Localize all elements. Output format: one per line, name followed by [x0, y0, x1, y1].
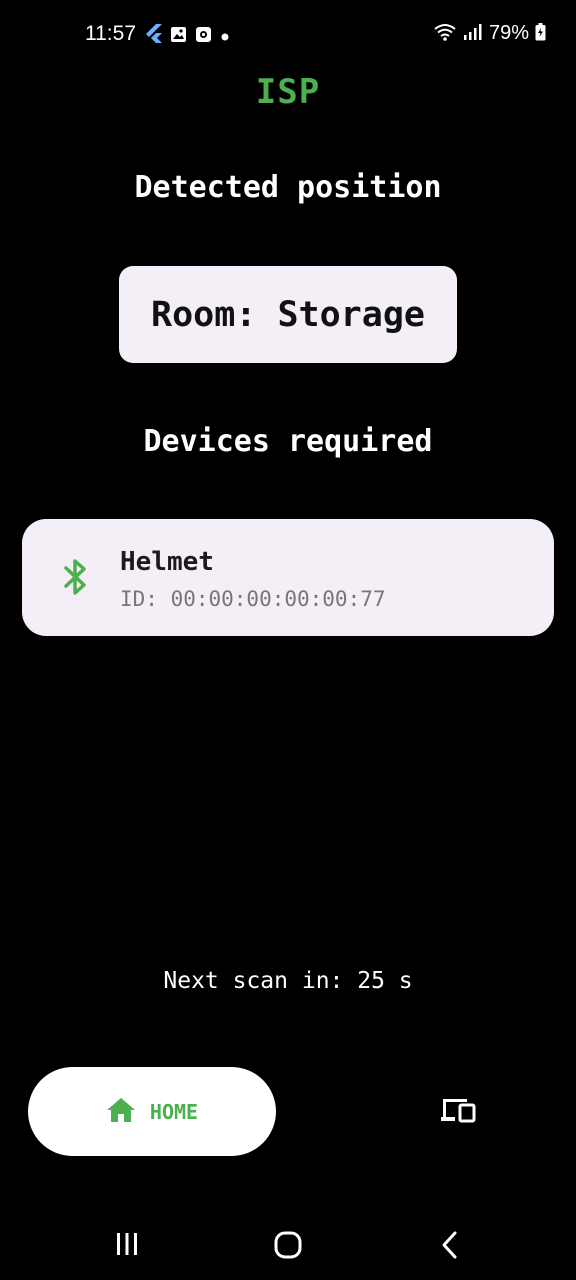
- devices-heading: Devices required: [143, 424, 433, 459]
- screenshot-icon: [195, 26, 212, 47]
- system-navigation: [0, 1210, 576, 1280]
- signal-icon: [463, 23, 483, 45]
- dot-icon: [220, 27, 230, 46]
- next-scan-text: Next scan in: 25 s: [163, 968, 413, 994]
- device-id: ID: 00:00:00:00:00:77: [120, 587, 386, 611]
- bottom-navigation: HOME: [0, 1060, 576, 1170]
- status-bar: 11:57 79%: [0, 0, 576, 70]
- recents-icon[interactable]: [114, 1230, 140, 1264]
- flutter-icon: [146, 24, 162, 48]
- battery-icon: [535, 22, 546, 45]
- device-card[interactable]: Helmet ID: 00:00:00:00:00:77: [22, 519, 554, 636]
- home-icon: [106, 1097, 136, 1127]
- position-heading: Detected position: [134, 170, 442, 205]
- back-icon[interactable]: [438, 1230, 462, 1264]
- status-right: 79%: [433, 22, 546, 45]
- status-time: 11:57: [85, 22, 136, 45]
- device-name: Helmet: [120, 547, 214, 577]
- app-title: ISP: [255, 72, 321, 112]
- bluetooth-icon: [62, 557, 90, 601]
- room-card: Room: Storage: [119, 266, 457, 363]
- wifi-icon: [433, 23, 457, 45]
- nav-home-button[interactable]: HOME: [28, 1067, 276, 1156]
- home-label: HOME: [149, 1099, 199, 1124]
- room-label: Room: Storage: [151, 294, 425, 335]
- notification-icons: [146, 24, 230, 48]
- home-circle-icon[interactable]: [273, 1230, 303, 1264]
- image-icon: [170, 26, 187, 47]
- devices-icon: [438, 1099, 478, 1129]
- nav-devices-button[interactable]: [438, 1095, 484, 1131]
- battery-percent: 79%: [488, 22, 529, 44]
